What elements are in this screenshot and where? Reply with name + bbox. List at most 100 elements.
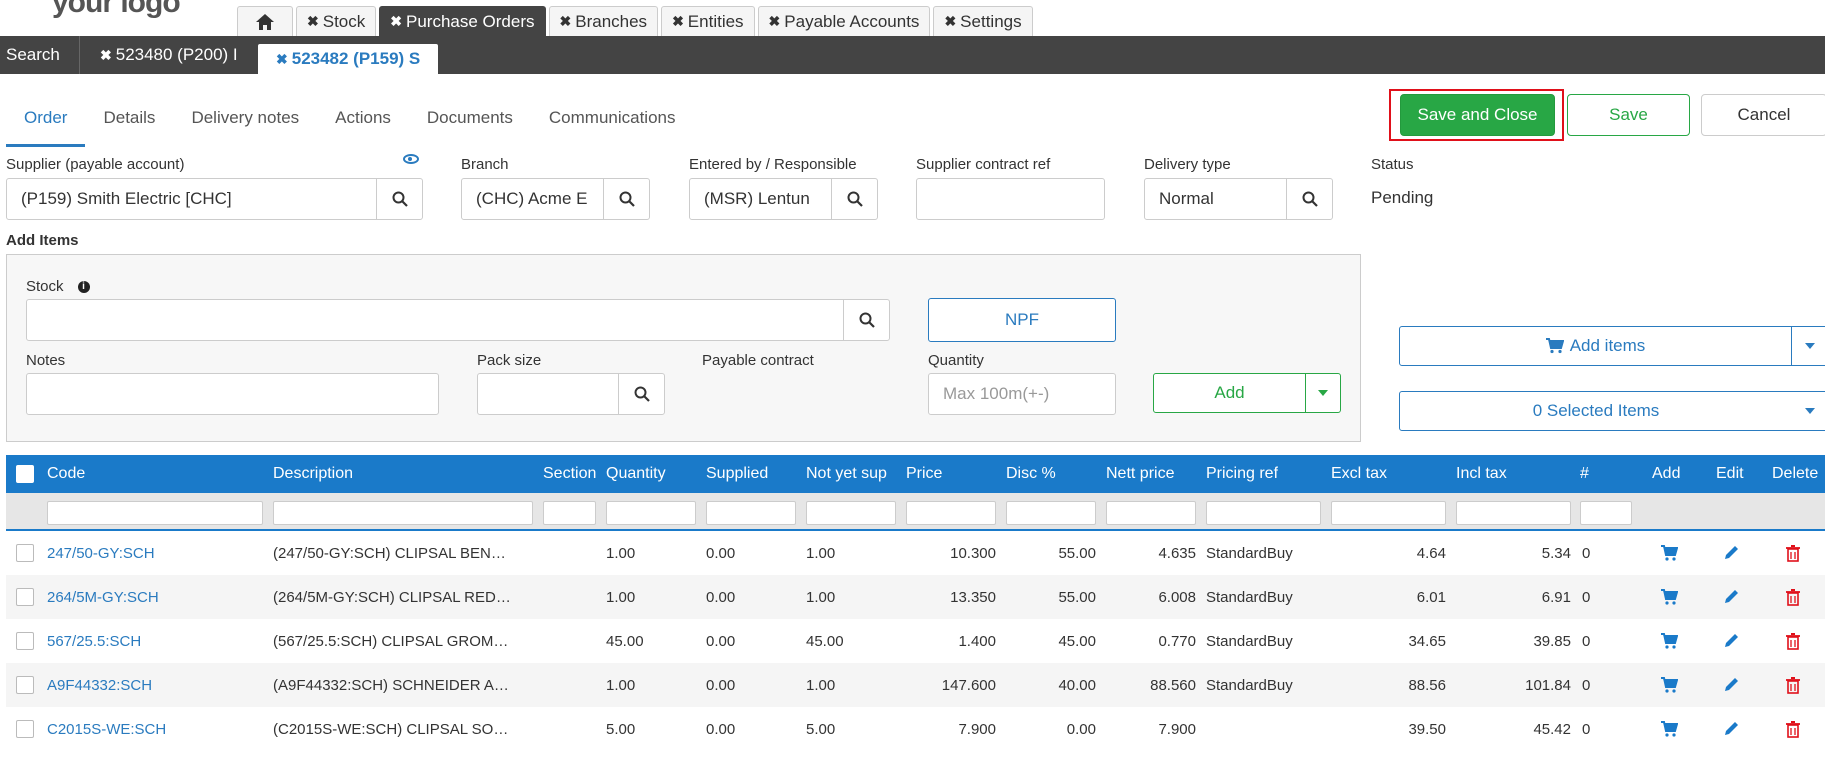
delete-row-button[interactable] bbox=[1776, 619, 1810, 663]
col-description[interactable]: Description bbox=[273, 455, 353, 493]
selected-items-toggle[interactable] bbox=[1792, 392, 1825, 430]
row-checkbox[interactable] bbox=[16, 632, 34, 650]
pack-size-field[interactable] bbox=[477, 373, 665, 415]
record-tab-523480[interactable]: ✖ 523480 (P200) I bbox=[80, 36, 258, 74]
pack-size-search-button[interactable] bbox=[618, 374, 664, 414]
close-icon[interactable]: ✖ bbox=[672, 13, 684, 30]
add-dropdown-toggle[interactable] bbox=[1306, 374, 1340, 412]
close-icon[interactable]: ✖ bbox=[307, 13, 319, 30]
filter-excl-input[interactable] bbox=[1331, 501, 1446, 525]
row-checkbox[interactable] bbox=[16, 676, 34, 694]
filter-quantity-input[interactable] bbox=[606, 501, 696, 525]
tab-documents[interactable]: Documents bbox=[409, 98, 531, 147]
delivery-type-search-button[interactable] bbox=[1286, 179, 1332, 219]
tab-entities[interactable]: ✖ Entities bbox=[661, 6, 755, 36]
filter-section-input[interactable] bbox=[543, 501, 596, 525]
tab-stock[interactable]: ✖ Stock bbox=[296, 6, 377, 36]
save-button[interactable]: Save bbox=[1567, 94, 1690, 136]
col-code[interactable]: Code bbox=[47, 455, 85, 493]
tab-actions[interactable]: Actions bbox=[317, 98, 409, 147]
supplier-search-button[interactable] bbox=[376, 179, 422, 219]
close-icon[interactable]: ✖ bbox=[944, 13, 956, 30]
col-price[interactable]: Price bbox=[906, 455, 942, 493]
add-items-dropdown-toggle[interactable] bbox=[1792, 327, 1825, 365]
cell-code[interactable]: 264/5M-GY:SCH bbox=[47, 575, 263, 619]
edit-row-button[interactable] bbox=[1714, 707, 1748, 751]
selected-items-dropdown[interactable]: 0 Selected Items bbox=[1399, 391, 1825, 431]
edit-row-button[interactable] bbox=[1714, 531, 1748, 575]
col-nett-price[interactable]: Nett price bbox=[1106, 455, 1174, 493]
branch-search-button[interactable] bbox=[603, 179, 649, 219]
record-tab-523482[interactable]: ✖ 523482 (P159) S bbox=[258, 44, 439, 74]
delete-row-button[interactable] bbox=[1776, 575, 1810, 619]
col-section[interactable]: Section bbox=[543, 455, 596, 493]
col-pricing-ref[interactable]: Pricing ref bbox=[1206, 455, 1278, 493]
delete-row-button[interactable] bbox=[1776, 531, 1810, 575]
entered-by-field[interactable]: (MSR) Lentun bbox=[689, 178, 878, 220]
col-number[interactable]: # bbox=[1580, 455, 1589, 493]
tab-purchase-orders[interactable]: ✖ Purchase Orders bbox=[379, 6, 546, 36]
add-row-button[interactable] bbox=[1652, 619, 1686, 663]
add-row-button[interactable] bbox=[1652, 531, 1686, 575]
eye-icon[interactable] bbox=[403, 154, 419, 164]
filter-pricing-ref-input[interactable] bbox=[1206, 501, 1321, 525]
delete-row-button[interactable] bbox=[1776, 663, 1810, 707]
stock-search-button[interactable] bbox=[843, 300, 889, 340]
cell-code[interactable]: 247/50-GY:SCH bbox=[47, 531, 263, 575]
col-incl-tax[interactable]: Incl tax bbox=[1456, 455, 1507, 493]
save-and-close-button[interactable]: Save and Close bbox=[1400, 94, 1555, 136]
select-all-checkbox[interactable] bbox=[16, 465, 34, 483]
stock-field[interactable] bbox=[26, 299, 890, 341]
delivery-type-field[interactable]: Normal bbox=[1144, 178, 1333, 220]
supplier-contract-input[interactable] bbox=[916, 178, 1105, 220]
edit-row-button[interactable] bbox=[1714, 575, 1748, 619]
cell-code[interactable]: C2015S-WE:SCH bbox=[47, 707, 263, 751]
col-quantity[interactable]: Quantity bbox=[606, 455, 666, 493]
tab-delivery-notes[interactable]: Delivery notes bbox=[173, 98, 317, 147]
filter-disc-input[interactable] bbox=[1006, 501, 1096, 525]
filter-supplied-input[interactable] bbox=[706, 501, 796, 525]
notes-input[interactable] bbox=[26, 373, 439, 415]
tab-communications[interactable]: Communications bbox=[531, 98, 694, 147]
col-not-yet-supplied[interactable]: Not yet sup bbox=[806, 455, 887, 493]
supplier-field[interactable]: (P159) Smith Electric [CHC] bbox=[6, 178, 423, 220]
tab-settings[interactable]: ✖ Settings bbox=[933, 6, 1033, 36]
col-supplied[interactable]: Supplied bbox=[706, 455, 768, 493]
add-row-button[interactable] bbox=[1652, 663, 1686, 707]
filter-incl-input[interactable] bbox=[1456, 501, 1571, 525]
tab-branches[interactable]: ✖ Branches bbox=[548, 6, 659, 36]
add-row-button[interactable] bbox=[1652, 575, 1686, 619]
info-icon[interactable]: i bbox=[77, 281, 90, 294]
cell-code[interactable]: A9F44332:SCH bbox=[47, 663, 263, 707]
edit-row-button[interactable] bbox=[1714, 663, 1748, 707]
entered-by-search-button[interactable] bbox=[831, 179, 877, 219]
filter-price-input[interactable] bbox=[906, 501, 996, 525]
delete-row-button[interactable] bbox=[1776, 707, 1810, 751]
npf-button[interactable]: NPF bbox=[928, 298, 1116, 342]
filter-number-input[interactable] bbox=[1580, 501, 1632, 525]
row-checkbox[interactable] bbox=[16, 544, 34, 562]
add-button[interactable]: Add bbox=[1154, 374, 1306, 412]
close-icon[interactable]: ✖ bbox=[276, 51, 288, 68]
tab-payable-accounts[interactable]: ✖ Payable Accounts bbox=[757, 6, 931, 36]
close-icon[interactable]: ✖ bbox=[390, 13, 402, 30]
branch-field[interactable]: (CHC) Acme E bbox=[461, 178, 650, 220]
close-icon[interactable]: ✖ bbox=[560, 13, 572, 30]
cell-code[interactable]: 567/25.5:SCH bbox=[47, 619, 263, 663]
filter-nett-input[interactable] bbox=[1106, 501, 1196, 525]
cancel-button[interactable]: Cancel bbox=[1701, 94, 1825, 136]
tab-home[interactable] bbox=[237, 6, 293, 36]
row-checkbox[interactable] bbox=[16, 588, 34, 606]
tab-order[interactable]: Order bbox=[6, 98, 86, 147]
close-icon[interactable]: ✖ bbox=[769, 13, 781, 30]
row-checkbox[interactable] bbox=[16, 720, 34, 738]
filter-not-yet-input[interactable] bbox=[806, 501, 896, 525]
tab-details[interactable]: Details bbox=[85, 98, 173, 147]
close-icon[interactable]: ✖ bbox=[100, 47, 112, 64]
edit-row-button[interactable] bbox=[1714, 619, 1748, 663]
add-row-button[interactable] bbox=[1652, 707, 1686, 751]
quantity-input[interactable]: Max 100m(+-) bbox=[928, 373, 1116, 415]
filter-code-input[interactable] bbox=[47, 501, 263, 525]
col-excl-tax[interactable]: Excl tax bbox=[1331, 455, 1387, 493]
filter-description-input[interactable] bbox=[273, 501, 533, 525]
